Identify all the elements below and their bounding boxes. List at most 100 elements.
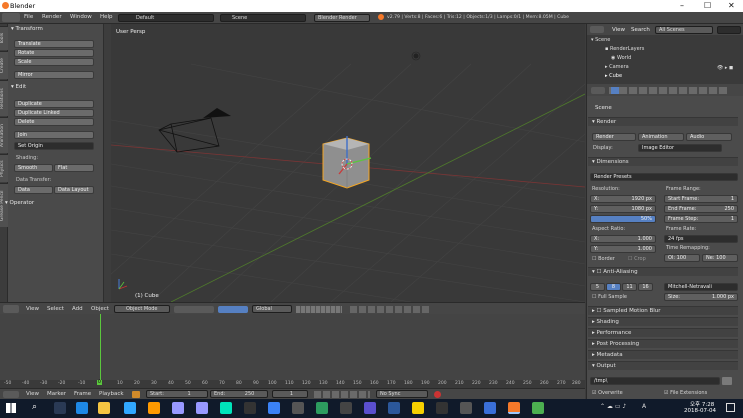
after-effects-icon[interactable] <box>196 402 208 414</box>
render-presets-select[interactable]: Render Presets <box>590 173 738 181</box>
properties-context-tabs[interactable] <box>609 87 727 94</box>
outliner-item-renderlayers[interactable]: ▪ RenderLayers <box>605 46 644 52</box>
delete-button[interactable]: Delete <box>14 118 94 126</box>
playback-controls-icon[interactable] <box>314 391 370 398</box>
outliner-item-camera[interactable]: ▸ Camera <box>605 64 629 70</box>
menu-frame[interactable]: Frame <box>74 391 91 397</box>
editor-type-outliner-icon[interactable] <box>590 26 604 33</box>
editor-type-properties-icon[interactable] <box>591 87 605 94</box>
duplicate-linked-button[interactable]: Duplicate Linked <box>14 109 94 117</box>
layout-selector[interactable]: Default <box>118 14 214 22</box>
word-icon[interactable] <box>388 402 400 414</box>
3d-viewport[interactable]: User Persp (1) Cube <box>111 24 585 302</box>
tab-animation[interactable]: Animation <box>0 117 8 153</box>
menu-help[interactable]: Help <box>100 14 113 20</box>
menu-file[interactable]: File <box>24 14 33 20</box>
time-remap-new[interactable]: Ne: 100 <box>702 254 738 262</box>
visibility-icons[interactable]: 👁 ▸ ◼ <box>717 65 733 71</box>
mirror-button[interactable]: Mirror <box>14 71 94 79</box>
camera-object[interactable] <box>158 108 231 153</box>
input-language[interactable]: A <box>642 403 646 410</box>
app-icon-5[interactable] <box>364 402 376 414</box>
menu-object[interactable]: Object <box>91 306 109 312</box>
close-button[interactable]: ✕ <box>728 1 735 10</box>
photoshop-icon[interactable] <box>124 402 136 414</box>
task-view-icon[interactable] <box>54 402 66 414</box>
frame-step-prop[interactable]: Frame Step: 1 <box>664 215 738 223</box>
outliner-search-menu[interactable]: Search <box>631 27 650 33</box>
full-sample-checkbox[interactable]: ☐ Full Sample <box>592 294 627 300</box>
resolution-y-field[interactable]: Y: 1080 px <box>590 205 656 213</box>
display-mode-select[interactable]: All Scenes <box>655 26 713 34</box>
calculator-icon[interactable] <box>340 402 352 414</box>
system-tray-icons[interactable]: ⌃ ☁ ▭ ♪ <box>600 403 626 410</box>
render-button[interactable]: Render <box>592 133 636 141</box>
editor-type-timeline-icon[interactable] <box>3 391 19 398</box>
menu-add[interactable]: Add <box>72 306 83 312</box>
crop-checkbox[interactable]: ☐ Crop <box>628 256 646 262</box>
translate-button[interactable]: Translate <box>14 40 94 48</box>
outliner-item-world[interactable]: ◉ World <box>611 55 631 61</box>
menu-playback[interactable]: Playback <box>99 391 124 397</box>
app-icon-3[interactable] <box>292 402 304 414</box>
operator-panel-header[interactable]: ▾ Operator <box>5 200 99 209</box>
flat-button[interactable]: Flat <box>54 164 94 172</box>
menu-marker[interactable]: Marker <box>47 391 66 397</box>
dimensions-panel-header[interactable]: ▾ Dimensions <box>588 157 738 166</box>
scene-selector[interactable]: Scene <box>220 14 306 22</box>
layers-grid-icon[interactable] <box>296 306 342 313</box>
editor-type-3d-icon[interactable] <box>3 305 19 313</box>
windows-start-icon[interactable] <box>6 403 16 413</box>
aa-sample-5[interactable]: 5 <box>590 283 605 291</box>
render-tab-icon[interactable] <box>611 87 619 94</box>
duplicate-button[interactable]: Duplicate <box>14 100 94 108</box>
overwrite-checkbox[interactable]: ☑ Overwrite <box>592 390 623 396</box>
menu-tl-view[interactable]: View <box>26 391 39 397</box>
resolution-percent-slider[interactable]: 50% <box>590 215 656 223</box>
outliner-item-cube[interactable]: ▸ Cube <box>605 73 622 79</box>
aa-sample-16[interactable]: 16 <box>638 283 653 291</box>
display-select[interactable]: Image Editor <box>638 144 722 152</box>
auto-key-icon[interactable] <box>434 391 441 398</box>
anti-aliasing-panel-header[interactable]: ▾ ☐ Anti-Aliasing <box>588 267 738 276</box>
performance-panel-header[interactable]: ▸ Performance <box>588 328 738 337</box>
start-frame-prop[interactable]: Start Frame: 1 <box>664 195 738 203</box>
transform-panel-header[interactable]: ▾ Transform <box>11 26 105 35</box>
shading-panel-header[interactable]: ▸ Shading <box>588 317 738 326</box>
tab-create[interactable]: Create <box>0 51 8 79</box>
aa-size-field[interactable]: Size: 1.000 px <box>664 293 738 301</box>
output-path-input[interactable]: /tmp\ <box>590 377 720 385</box>
menu-select[interactable]: Select <box>47 306 64 312</box>
app-icon-4[interactable] <box>316 402 328 414</box>
menu-view[interactable]: View <box>26 306 39 312</box>
minimize-button[interactable]: – <box>680 1 684 10</box>
record-icon[interactable] <box>132 391 140 398</box>
menu-window[interactable]: Window <box>70 14 92 20</box>
animation-button[interactable]: Animation <box>638 133 684 141</box>
aa-filter-select[interactable]: Mitchell-Netravali <box>664 283 738 291</box>
data-button[interactable]: Data <box>14 186 53 194</box>
notification-icon[interactable] <box>726 403 735 412</box>
outliner-view-menu[interactable]: View <box>612 27 625 33</box>
file-extensions-checkbox[interactable]: ☑ File Extensions <box>664 390 707 396</box>
data-layout-button[interactable]: Data Layout <box>54 186 94 194</box>
maximize-button[interactable]: ☐ <box>704 1 711 10</box>
mode-select[interactable]: Object Mode <box>114 305 170 313</box>
app-icon-6[interactable] <box>436 402 448 414</box>
render-panel-header[interactable]: ▾ Render <box>588 117 738 126</box>
set-origin-dropdown[interactable]: Set Origin <box>14 142 94 150</box>
kakaotalk-icon[interactable] <box>412 402 424 414</box>
timeline-area[interactable] <box>0 314 585 380</box>
tab-physics[interactable]: Physics <box>0 154 8 182</box>
outliner-search-input[interactable] <box>717 26 741 34</box>
search-icon[interactable]: ⌕ <box>32 402 37 412</box>
edit-panel-header[interactable]: ▾ Edit <box>11 84 105 93</box>
tab-relations[interactable]: Relations <box>0 80 8 116</box>
render-engine-select[interactable]: Blender Render <box>314 14 370 22</box>
app-icon-9[interactable] <box>532 402 544 414</box>
cube-object[interactable] <box>322 137 370 189</box>
scale-button[interactable]: Scale <box>14 58 94 66</box>
audio-button[interactable]: Audio <box>686 133 732 141</box>
aa-sample-11[interactable]: 11 <box>622 283 637 291</box>
timeline-ruler[interactable]: -50 -40 -30 -20 -10 0 10 20 30 40 50 60 … <box>0 380 585 388</box>
